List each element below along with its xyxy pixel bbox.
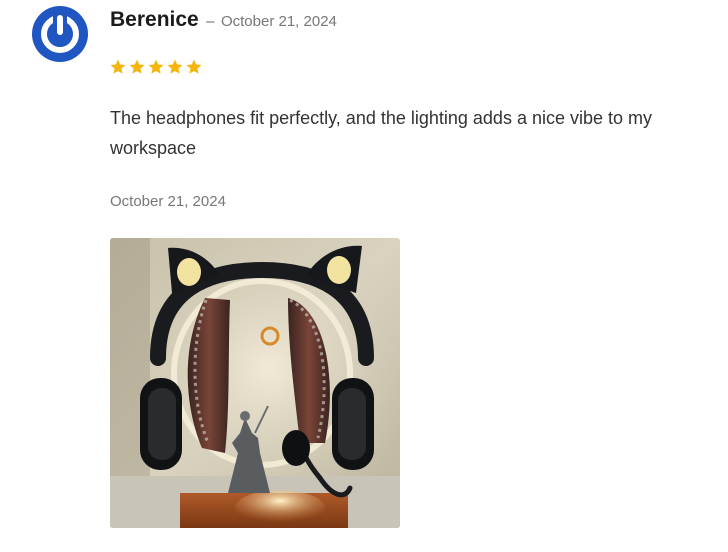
star-icon — [129, 59, 145, 74]
microphone-head — [282, 430, 310, 466]
star-icon — [110, 59, 126, 74]
star-icon — [148, 59, 164, 74]
star-icon — [186, 59, 202, 74]
star-rating — [109, 58, 203, 76]
power-icon — [41, 15, 79, 53]
review-date: October 21, 2024 — [110, 193, 226, 210]
author-name: Berenice — [110, 8, 199, 31]
avatar — [32, 6, 88, 62]
meta-separator: – — [206, 13, 215, 30]
review-card: Berenice – October 21, 2024 The headphon… — [0, 0, 728, 552]
review-meta: Berenice – October 21, 2024 — [110, 6, 337, 36]
review-photo[interactable] — [110, 238, 400, 528]
meta-date: October 21, 2024 — [220, 13, 337, 30]
review-text: The headphones fit perfectly, and the li… — [110, 108, 653, 158]
star-icon — [167, 59, 183, 74]
